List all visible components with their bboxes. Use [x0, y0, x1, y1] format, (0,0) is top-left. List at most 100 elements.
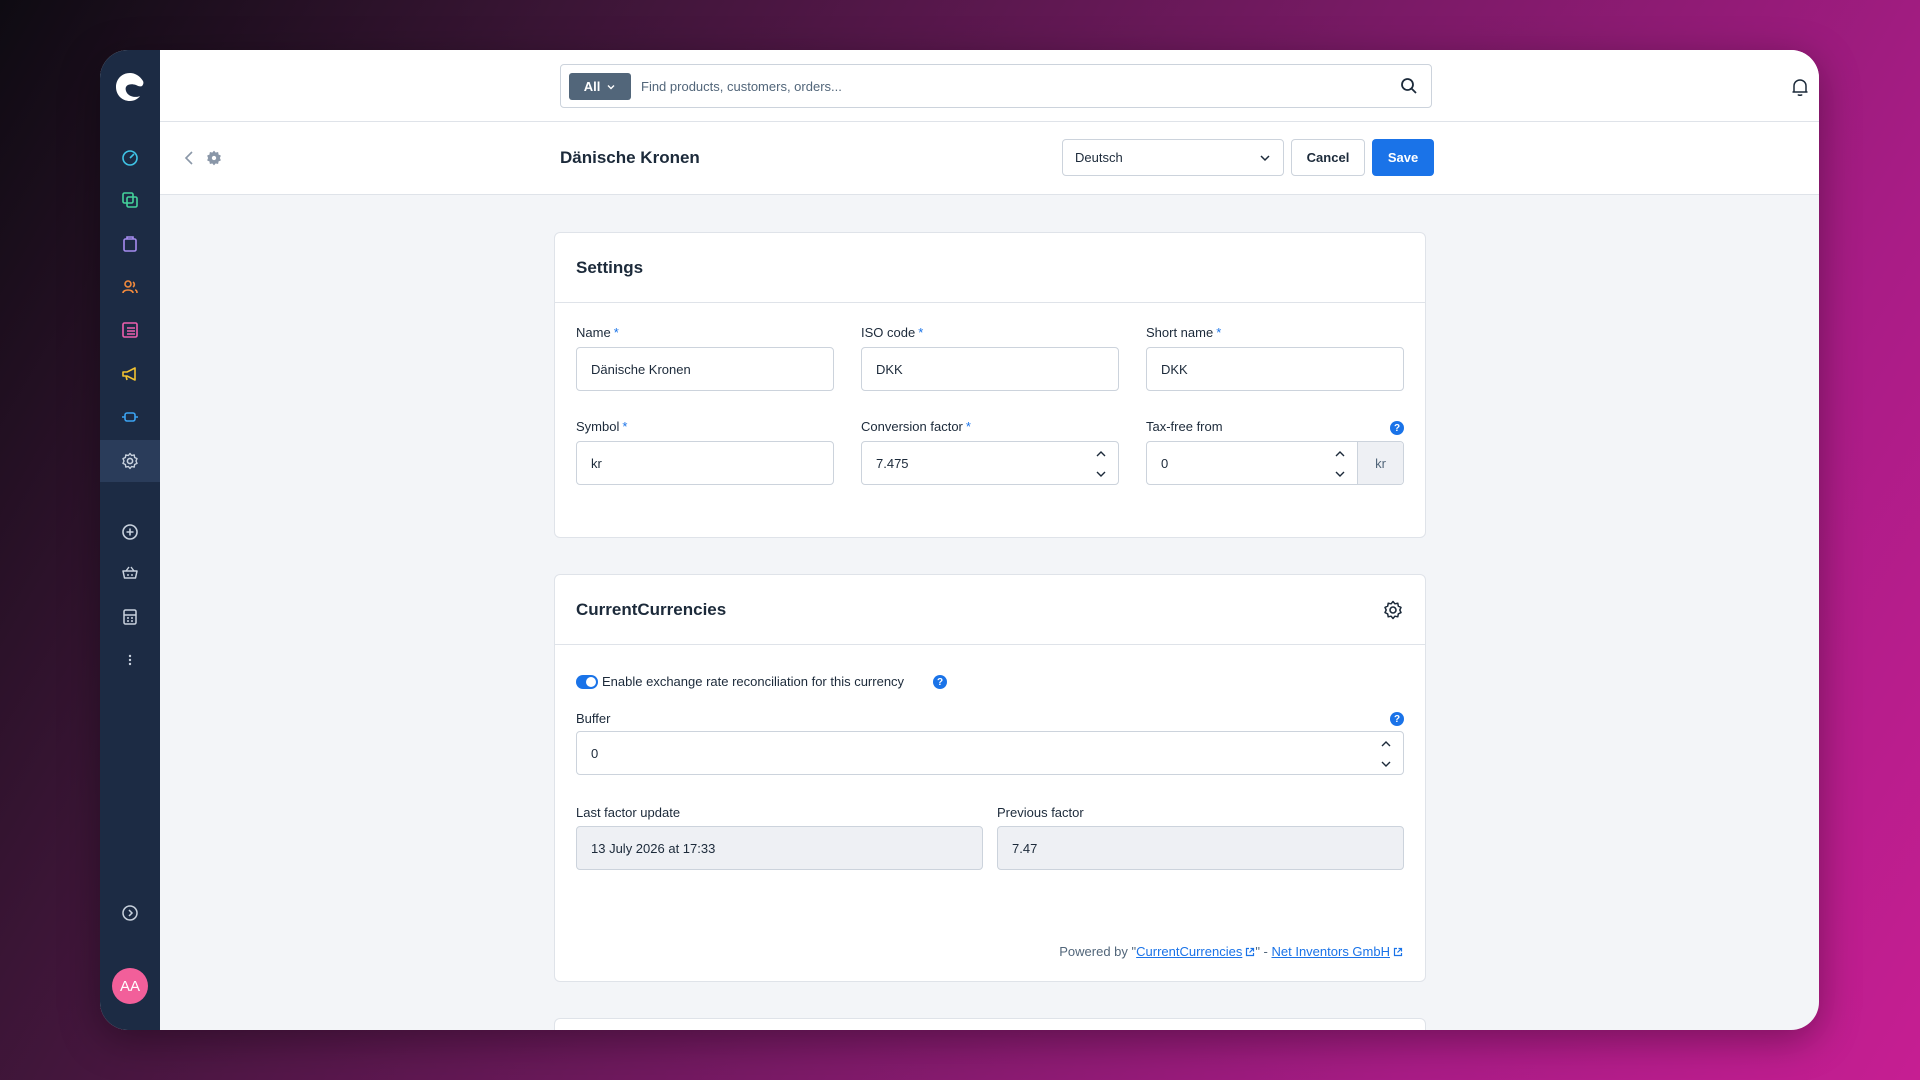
sidebar-item-catalog[interactable] — [100, 179, 160, 221]
sidebar-item-settings[interactable] — [100, 440, 160, 482]
save-button[interactable]: Save — [1372, 139, 1434, 176]
buffer-stepper[interactable] — [1379, 738, 1393, 770]
settings-card-title: Settings — [576, 258, 644, 277]
content-icon — [122, 322, 138, 338]
sidebar-collapse-toggle[interactable] — [100, 892, 160, 934]
buffer-help-icon[interactable]: ? — [1390, 712, 1404, 726]
sidebar-item-orders[interactable] — [100, 223, 160, 265]
collapse-icon — [122, 905, 138, 921]
name-field[interactable]: Dänische Kronen — [576, 347, 834, 391]
global-search: All — [560, 64, 1432, 108]
language-select-value: Deutsch — [1075, 150, 1123, 165]
chevron-up-icon[interactable] — [1379, 738, 1393, 750]
exchange-rate-help-icon[interactable]: ? — [933, 675, 947, 689]
chevron-down-icon[interactable] — [1379, 758, 1393, 770]
name-label: Name * — [576, 325, 619, 340]
sidebar-item-storefront[interactable] — [100, 552, 160, 594]
conversion-factor-stepper[interactable] — [1094, 448, 1108, 480]
last-factor-update-field: 13 July 2026 at 17:33 — [576, 826, 983, 870]
required-marker: * — [613, 325, 619, 340]
short-name-field[interactable]: DKK — [1146, 347, 1404, 391]
pos-icon — [123, 609, 137, 625]
required-marker: * — [965, 419, 971, 434]
settings-icon — [122, 452, 138, 470]
add-sales-channel-icon — [122, 524, 138, 540]
shopware-logo[interactable] — [100, 62, 160, 112]
top-bar: All — [160, 50, 1819, 122]
exchange-rate-toggle-label: Enable exchange rate reconciliation for … — [602, 674, 905, 689]
tax-free-field[interactable]: 0 kr — [1146, 441, 1404, 485]
next-card — [554, 1018, 1426, 1030]
iso-code-label: ISO code * — [861, 325, 923, 340]
dashboard-icon — [122, 150, 138, 166]
page-header: Dänische Kronen Deutsch Cancel Save — [160, 122, 1819, 195]
sidebar-item-dashboard[interactable] — [100, 136, 160, 178]
currentcurrencies-card-title: CurrentCurrencies — [576, 600, 727, 619]
previous-factor-field: 7.47 — [997, 826, 1404, 870]
sidebar: AA — [100, 50, 160, 1030]
currentcurrencies-card: CurrentCurrencies Enable exchange rate r… — [554, 574, 1426, 982]
sidebar-item-pos[interactable] — [100, 596, 160, 638]
buffer-label: Buffer — [576, 711, 611, 726]
marketing-icon — [122, 367, 136, 381]
chevron-up-icon[interactable] — [1333, 448, 1347, 460]
powered-by-separator: " - — [1255, 944, 1272, 959]
back-chevron-icon[interactable] — [180, 148, 200, 168]
short-name-label-text: Short name — [1146, 325, 1214, 340]
conversion-factor-label-text: Conversion factor — [861, 419, 963, 434]
symbol-label-text: Symbol — [576, 419, 620, 434]
notifications-bell-icon[interactable] — [1789, 76, 1811, 98]
currentcurrencies-link[interactable]: CurrentCurrencies — [1136, 944, 1242, 959]
powered-by-text: Powered by "CurrentCurrencies " - Net Inv… — [1059, 944, 1403, 959]
net-inventors-link[interactable]: Net Inventors GmbH — [1272, 944, 1391, 959]
tax-free-currency-suffix: kr — [1357, 442, 1403, 484]
conversion-factor-field[interactable]: 7.475 — [861, 441, 1119, 485]
chevron-down-icon — [1260, 154, 1270, 161]
chevron-up-icon[interactable] — [1094, 448, 1108, 460]
more-icon — [128, 654, 132, 666]
external-link-icon — [1246, 947, 1255, 957]
sidebar-item-content[interactable] — [100, 309, 160, 351]
sidebar-item-add-sales-channel[interactable] — [100, 511, 160, 553]
conversion-factor-label: Conversion factor * — [861, 419, 971, 434]
buffer-value: 0 — [591, 745, 599, 761]
sidebar-item-marketing[interactable] — [100, 353, 160, 395]
app-window: AA All Dänische Kronen Deutsch Cancel Sa… — [100, 50, 1819, 1030]
extensions-icon — [122, 412, 138, 422]
settings-card: Settings Name * Dänische Kronen ISO code *… — [554, 232, 1426, 538]
sidebar-item-extensions[interactable] — [100, 396, 160, 438]
powered-by-prefix: Powered by " — [1059, 944, 1137, 959]
sidebar-item-more[interactable] — [100, 639, 160, 681]
last-factor-update-label: Last factor update — [576, 805, 681, 820]
chevron-down-icon[interactable] — [1094, 468, 1108, 480]
search-input[interactable] — [641, 73, 1381, 100]
iso-code-field[interactable]: DKK — [861, 347, 1119, 391]
sidebar-item-customers[interactable] — [100, 266, 160, 308]
orders-icon — [123, 236, 137, 252]
conversion-factor-value: 7.475 — [876, 455, 909, 471]
language-select[interactable]: Deutsch — [1062, 139, 1284, 176]
chevron-down-icon[interactable] — [1333, 468, 1347, 480]
tax-free-stepper[interactable] — [1333, 448, 1347, 480]
symbol-label: Symbol * — [576, 419, 627, 434]
required-marker: * — [918, 325, 924, 340]
previous-factor-label: Previous factor — [997, 805, 1084, 820]
customers-icon — [122, 280, 138, 294]
name-label-text: Name — [576, 325, 611, 340]
short-name-label: Short name * — [1146, 325, 1221, 340]
catalog-icon — [122, 192, 138, 208]
page-title: Dänische Kronen — [560, 148, 700, 167]
required-marker: * — [1216, 325, 1222, 340]
buffer-field[interactable]: 0 — [576, 731, 1404, 775]
user-avatar[interactable]: AA — [112, 968, 148, 1004]
tax-free-label: Tax-free from — [1146, 419, 1223, 434]
tax-free-help-icon[interactable]: ? — [1390, 421, 1404, 435]
cancel-button[interactable]: Cancel — [1291, 139, 1365, 176]
chevron-down-icon — [607, 84, 615, 89]
search-type-select[interactable]: All — [569, 73, 631, 100]
exchange-rate-toggle[interactable] — [576, 675, 598, 689]
gear-icon[interactable] — [1382, 599, 1404, 621]
storefront-icon — [122, 566, 138, 579]
symbol-field[interactable]: kr — [576, 441, 834, 485]
search-icon[interactable] — [1399, 76, 1419, 96]
